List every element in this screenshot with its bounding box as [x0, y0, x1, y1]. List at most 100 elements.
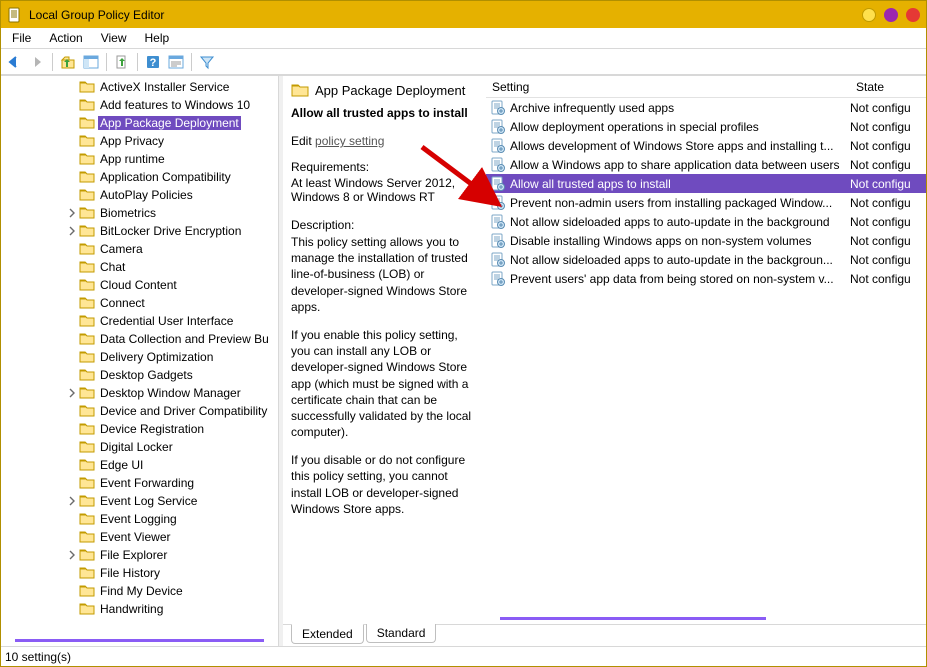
back-button[interactable] [3, 51, 25, 73]
list-row[interactable]: Not allow sideloaded apps to auto-update… [486, 250, 926, 269]
maximize-button[interactable] [884, 8, 898, 22]
list-row[interactable]: Archive infrequently used appsNot config… [486, 98, 926, 117]
expand-placeholder [65, 242, 79, 256]
expand-placeholder [65, 584, 79, 598]
tree-item[interactable]: Desktop Gadgets [41, 366, 278, 384]
folder-icon [79, 476, 95, 490]
tree-item-label: Event Viewer [98, 530, 172, 544]
tree-item[interactable]: Desktop Window Manager [41, 384, 278, 402]
tree-item-label: Add features to Windows 10 [98, 98, 252, 112]
tree-item[interactable]: Camera [41, 240, 278, 258]
list-header: Setting State [486, 76, 926, 98]
tree-item[interactable]: Event Logging [41, 510, 278, 528]
tree-item[interactable]: Delivery Optimization [41, 348, 278, 366]
tree-item[interactable]: Application Compatibility [41, 168, 278, 186]
folder-icon [79, 422, 95, 436]
tree-item[interactable]: App Package Deployment [41, 114, 278, 132]
horizontal-scrollbar-indicator[interactable] [15, 639, 264, 642]
tree-item[interactable]: Data Collection and Preview Bu [41, 330, 278, 348]
tree-item-label: App Privacy [98, 134, 166, 148]
folder-icon [79, 134, 95, 148]
description-paragraph: This policy setting allows you to manage… [291, 234, 478, 315]
forward-button[interactable] [26, 51, 48, 73]
menu-file[interactable]: File [3, 29, 40, 47]
expand-icon[interactable] [65, 224, 79, 238]
expand-placeholder [65, 404, 79, 418]
folder-icon [79, 152, 95, 166]
edit-policy-link[interactable]: policy setting [315, 134, 384, 148]
settings-list[interactable]: Archive infrequently used apps Not config… [486, 98, 926, 617]
export-button[interactable] [111, 51, 133, 73]
list-row[interactable]: Prevent non-admin users from installing … [486, 193, 926, 212]
folder-icon [79, 386, 95, 400]
tree-item[interactable]: Cloud Content [41, 276, 278, 294]
properties-button[interactable] [165, 51, 187, 73]
list-row[interactable]: Allows development of Windows Store apps… [486, 136, 926, 155]
close-button[interactable] [906, 8, 920, 22]
expand-icon[interactable] [65, 494, 79, 508]
expand-placeholder [65, 350, 79, 364]
tree-item[interactable]: App runtime [41, 150, 278, 168]
tree-item-label: Application Compatibility [98, 170, 233, 184]
tree-item[interactable]: Connect [41, 294, 278, 312]
expand-placeholder [65, 332, 79, 346]
tab-extended[interactable]: Extended [291, 624, 364, 644]
column-header-setting[interactable]: Setting [486, 80, 850, 94]
horizontal-scrollbar-indicator[interactable] [500, 617, 766, 620]
status-text: 10 setting(s) [5, 650, 71, 664]
show-hide-tree-button[interactable] [80, 51, 102, 73]
list-row[interactable]: Disable installing Windows apps on non-s… [486, 231, 926, 250]
list-row[interactable]: Allow deployment operations in special p… [486, 117, 926, 136]
tree-item[interactable]: ActiveX Installer Service [41, 78, 278, 96]
tree-item[interactable]: AutoPlay Policies [41, 186, 278, 204]
expand-icon[interactable] [65, 386, 79, 400]
tree-item[interactable]: Biometrics [41, 204, 278, 222]
folder-icon [79, 332, 95, 346]
list-row[interactable]: Allow all trusted apps to installNot con… [486, 174, 926, 193]
menu-view[interactable]: View [92, 29, 136, 47]
expand-icon[interactable] [65, 548, 79, 562]
tree-pane: ActiveX Installer Service Add features t… [1, 76, 279, 646]
tree-view[interactable]: ActiveX Installer Service Add features t… [1, 76, 278, 639]
tree-item[interactable]: Event Log Service [41, 492, 278, 510]
tree-item[interactable]: Event Viewer [41, 528, 278, 546]
tree-item[interactable]: Add features to Windows 10 [41, 96, 278, 114]
tree-item[interactable]: Event Forwarding [41, 474, 278, 492]
folder-icon [79, 602, 95, 616]
menu-help[interactable]: Help [136, 29, 179, 47]
row-setting: Archive infrequently used apps [510, 101, 850, 115]
folder-icon [79, 350, 95, 364]
list-row[interactable]: Prevent users' app data from being store… [486, 269, 926, 288]
tree-item[interactable]: Chat [41, 258, 278, 276]
settings-list-column: Setting State Archive infrequently used … [486, 76, 926, 624]
folder-icon [291, 82, 309, 98]
detail-title: App Package Deployment [315, 83, 465, 98]
tree-item[interactable]: App Privacy [41, 132, 278, 150]
expand-placeholder [65, 116, 79, 130]
column-header-state[interactable]: State [850, 80, 926, 94]
menu-action[interactable]: Action [40, 29, 91, 47]
tree-item[interactable]: File History [41, 564, 278, 582]
tree-item[interactable]: Device Registration [41, 420, 278, 438]
tree-item-label: Event Logging [98, 512, 179, 526]
tree-item[interactable]: Digital Locker [41, 438, 278, 456]
tree-item[interactable]: Edge UI [41, 456, 278, 474]
tree-item[interactable]: Device and Driver Compatibility [41, 402, 278, 420]
tree-item[interactable]: BitLocker Drive Encryption [41, 222, 278, 240]
tree-item-label: Biometrics [98, 206, 158, 220]
list-row[interactable]: Not allow sideloaded apps to auto-update… [486, 212, 926, 231]
up-button[interactable] [57, 51, 79, 73]
tab-standard[interactable]: Standard [366, 624, 437, 643]
filter-button[interactable] [196, 51, 218, 73]
help-button[interactable]: ? [142, 51, 164, 73]
tree-item[interactable]: Credential User Interface [41, 312, 278, 330]
tree-item[interactable]: Handwriting [41, 600, 278, 618]
expand-placeholder [65, 512, 79, 526]
minimize-button[interactable] [862, 8, 876, 22]
tree-item[interactable]: File Explorer [41, 546, 278, 564]
tree-item[interactable]: Find My Device [41, 582, 278, 600]
row-state: Not configu [850, 196, 926, 210]
toolbar-separator [137, 53, 138, 71]
list-row[interactable]: Allow a Windows app to share application… [486, 155, 926, 174]
expand-icon[interactable] [65, 206, 79, 220]
